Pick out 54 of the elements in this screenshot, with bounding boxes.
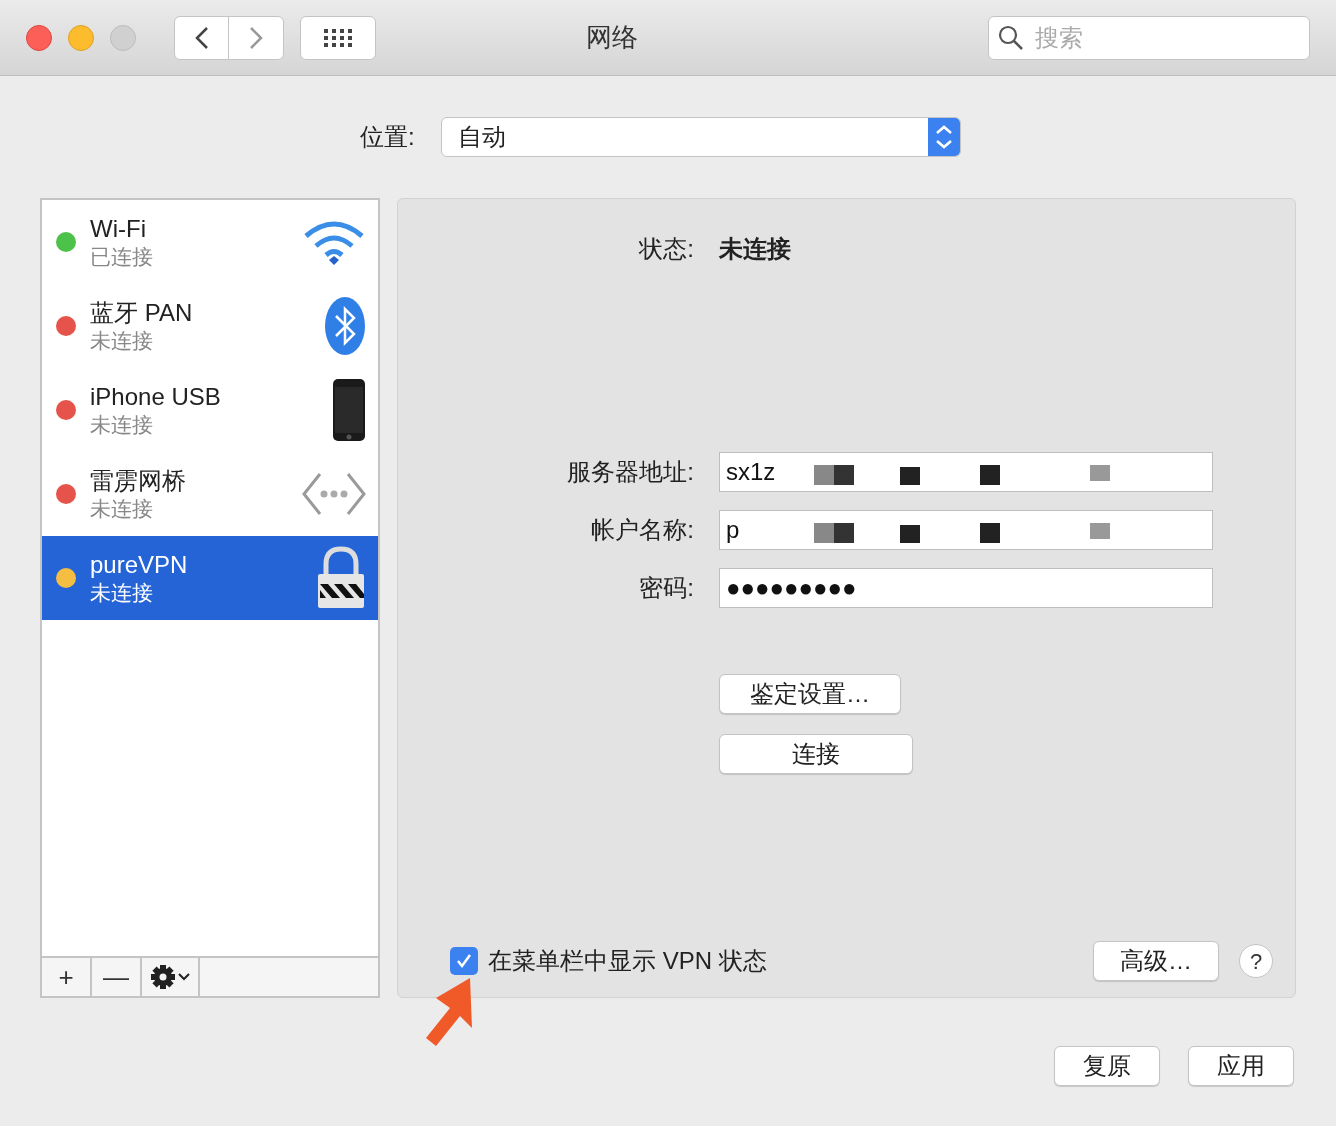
advanced-button[interactable]: 高级… [1093, 941, 1219, 981]
service-name: Wi-Fi [90, 213, 147, 244]
service-status: 未连接 [90, 579, 154, 606]
input-field[interactable]: ●●●●●●●●● [719, 568, 1213, 608]
grid-button[interactable] [300, 15, 376, 60]
service-status: 未连接 [90, 495, 154, 522]
location-label: 位置: [360, 122, 415, 152]
remove-button[interactable]: — [92, 958, 142, 996]
gear-icon [150, 964, 176, 990]
field-label: 服务器地址: [566, 457, 694, 487]
chevron-left-icon [194, 25, 209, 50]
search-icon [998, 24, 1024, 51]
connect-button[interactable]: 连接 [719, 734, 913, 774]
service-item[interactable]: pureVPN 未连接 [42, 536, 378, 620]
status-label: 状态: [638, 234, 694, 264]
bridge-icon [302, 472, 366, 516]
service-name: pureVPN [90, 549, 189, 580]
stepper-icon [927, 118, 960, 156]
wifi-icon [302, 218, 366, 266]
show-vpn-status-checkbox[interactable] [450, 947, 478, 975]
grid-icon [323, 27, 353, 48]
search-field[interactable]: 搜索 [988, 15, 1310, 60]
service-item[interactable]: iPhone USB 未连接 [42, 368, 378, 452]
arrow-annotation [424, 976, 474, 1048]
bluetooth-icon [324, 296, 366, 356]
service-status: 未连接 [90, 411, 154, 438]
zoom-icon [110, 24, 136, 51]
add-button[interactable]: + [42, 958, 92, 996]
input-field[interactable]: sx1z [719, 452, 1213, 492]
service-name: 雷雳网桥 [90, 465, 187, 496]
field-label: 帐户名称: [590, 515, 694, 545]
authentication-settings-button[interactable]: 鉴定设置… [719, 674, 901, 714]
help-button[interactable]: ? [1239, 944, 1273, 978]
revert-button[interactable]: 复原 [1054, 1046, 1160, 1086]
apply-button[interactable]: 应用 [1188, 1046, 1294, 1086]
input-field[interactable]: p [719, 510, 1213, 550]
phone-icon [332, 378, 366, 442]
caret-icon [178, 973, 190, 981]
location-dropdown[interactable]: 自动 [440, 117, 961, 157]
padlock-icon [316, 546, 366, 610]
chevron-right-icon [249, 25, 263, 50]
status-value: 未连接 [719, 234, 791, 264]
field-label: 密码: [638, 573, 694, 603]
service-item[interactable]: 蓝牙 PAN 未连接 [42, 284, 378, 368]
window-title: 网络 [585, 21, 639, 54]
service-item[interactable]: 雷雳网桥 未连接 [42, 452, 378, 536]
service-item[interactable]: Wi-Fi 已连接 [42, 200, 378, 284]
checkbox-label: 在菜单栏中显示 VPN 状态 [488, 946, 767, 976]
service-name: 蓝牙 PAN [90, 297, 194, 328]
service-name: iPhone USB [90, 381, 222, 412]
close-icon[interactable] [26, 24, 52, 51]
service-status: 已连接 [90, 243, 154, 270]
service-status: 未连接 [90, 327, 154, 354]
checkmark-icon [455, 952, 473, 970]
